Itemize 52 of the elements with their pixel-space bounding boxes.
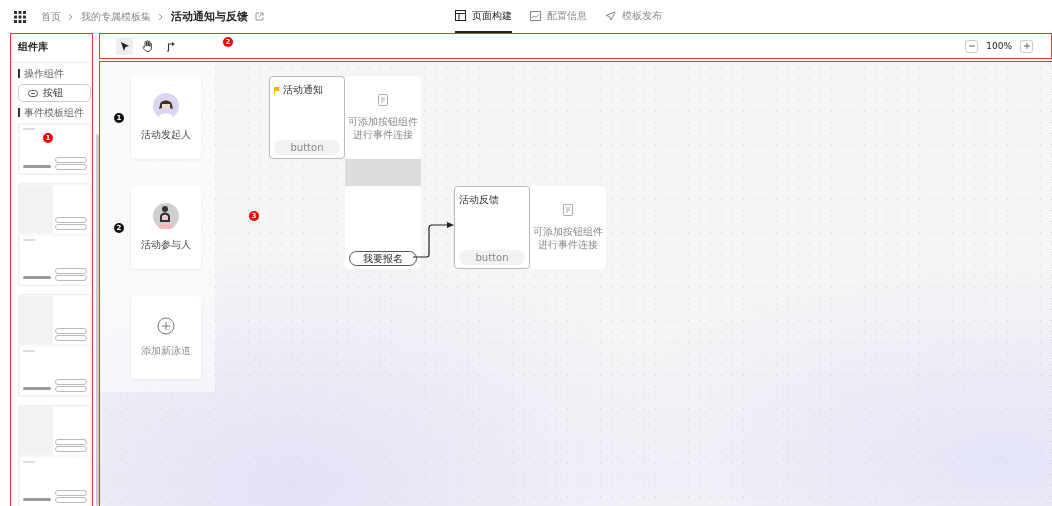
connector-icon [165,40,176,52]
lane-card[interactable]: 活动发起人 [131,76,201,159]
chevron-right-icon [158,12,164,21]
breadcrumb-item[interactable]: 首页 [41,9,61,24]
external-link-icon[interactable] [255,12,264,21]
zoom-level: 100% [986,41,1012,51]
component-item[interactable]: 按钮 [18,84,91,102]
breadcrumb-item[interactable]: 活动通知与反馈 [171,9,248,24]
lane-name: 活动发起人 [141,128,191,142]
zoom-out-button[interactable] [965,39,979,53]
tab[interactable]: 页面构建 [455,0,512,33]
chevron-right-icon [68,12,74,21]
connection-arrow [413,222,455,260]
image-frame-icon [530,10,541,21]
event-card[interactable]: 活动反馈 button [454,186,530,269]
event-button[interactable]: 我要报名 [349,251,417,266]
event-card[interactable]: 我要报名 [345,186,421,269]
document-icon [378,94,388,106]
event-card[interactable]: 活动通知 button [269,76,345,159]
cursor-icon [119,40,130,52]
card-title: 活动反馈 [459,193,499,207]
add-icon [157,317,175,335]
template-thumbnail[interactable] [18,123,91,175]
scrollbar[interactable] [96,134,99,506]
section-heading: 事件模板组件 [18,108,92,117]
breadcrumb-item[interactable]: 我的专属模板集 [81,9,151,24]
layout-icon [455,10,466,21]
template-thumbnail[interactable] [18,183,91,286]
template-thumbnail[interactable] [18,405,91,506]
tab[interactable]: 配置信息 [530,0,587,33]
card-title: 活动通知 [283,83,323,97]
minus-icon [967,42,976,50]
avatar-icon [153,203,179,229]
add-lane-label: 添加新泳道 [141,344,191,358]
lane-card[interactable]: 活动参与人 [131,186,201,269]
tab[interactable]: 模板发布 [605,0,662,33]
document-icon [563,204,573,216]
apps-grid-icon[interactable] [14,10,26,23]
pointer-tool[interactable] [116,37,133,55]
add-lane-card[interactable]: 添加新泳道 [131,296,201,379]
template-thumbnail[interactable] [18,294,91,397]
placeholder-text: 可添加按钮组件 进行事件连接 [348,115,418,141]
avatar-icon [153,93,179,119]
placeholder-text: 可添加按钮组件 进行事件连接 [533,225,603,251]
section-heading: 操作组件 [18,69,92,78]
send-icon [605,10,616,21]
plus-icon [1022,42,1031,50]
panel-title: 组件库 [11,34,92,63]
lane-name: 活动参与人 [141,238,191,252]
zoom-in-button[interactable] [1020,39,1033,53]
hand-icon [142,40,153,52]
button-shape-icon [28,89,38,97]
